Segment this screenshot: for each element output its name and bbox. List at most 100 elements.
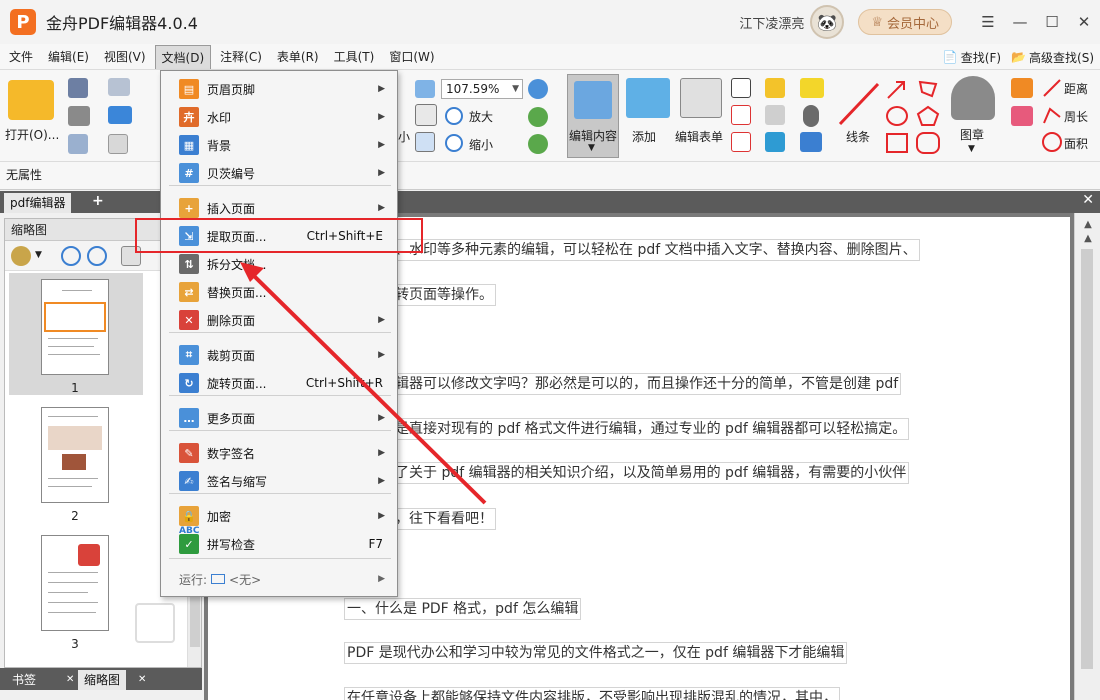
scroll-page-up-icon[interactable]: ▲ [1075,233,1100,244]
thumb-zoom-out-icon[interactable] [87,246,107,266]
edit-content-button[interactable]: 编辑内容 ▼ [567,74,619,158]
maximize-icon[interactable]: ☐ [1036,13,1068,31]
zoom-out-icon[interactable] [445,134,463,152]
text-callout-icon[interactable] [731,105,751,125]
fit-page-icon[interactable] [415,80,435,98]
menu-item-delete-page[interactable]: ✕ 删除页面 ▶ [161,306,397,334]
menu-document[interactable]: 文档(D) [154,44,212,69]
note-icon[interactable] [800,78,824,98]
menu-item-header-footer[interactable]: ▤ 页眉页脚 ▶ [161,75,397,103]
menu-item-signature-initials[interactable]: ✍ 签名与缩写 ▶ [161,467,397,495]
tab-bookmark[interactable]: 书签 [6,670,42,690]
sound-icon[interactable] [800,132,822,152]
cloud-icon[interactable] [916,132,940,154]
tab-pdf-editor[interactable]: pdf编辑器 [4,193,72,213]
polygon-line-icon[interactable] [916,78,940,100]
menu-item-rotate-page[interactable]: ↻ 旋转页面... Ctrl+Shift+R [161,369,397,397]
page-thumbnail-1[interactable] [41,279,109,375]
add-tab-icon[interactable]: + [92,193,104,209]
menu-comment[interactable]: 注释(C) [214,45,268,69]
new-doc-icon[interactable] [108,134,128,154]
avatar[interactable]: 🐼 [810,5,845,39]
perimeter-icon[interactable] [1042,105,1062,125]
line-tool-icon[interactable] [836,80,882,128]
arrow-tool-icon[interactable] [886,78,908,100]
save-icon[interactable] [68,78,88,98]
user-name[interactable]: 江下凌漂亮 [739,13,804,32]
close-window-icon[interactable]: ✕ [1068,13,1100,31]
distance-icon[interactable] [1042,78,1062,98]
vip-center-button[interactable]: ♕ 会员中心 [858,9,952,35]
menu-item-spell-check[interactable]: ✓ 拼写检查 F7 ABC [161,526,397,558]
rotate-icon[interactable] [528,107,548,127]
properties-icon[interactable] [68,134,88,154]
strikethrough-icon[interactable] [765,105,785,125]
menu-item-digital-signature[interactable]: ✎ 数字签名 ▶ [161,439,397,467]
chevron-down-icon[interactable]: ▼ [35,250,42,260]
oval-icon[interactable] [886,106,908,126]
pentagon-icon[interactable] [916,105,940,127]
gear-icon[interactable] [11,246,31,266]
menu-item-replace-page[interactable]: ⇄ 替换页面... [161,278,397,306]
menu-item-split-document[interactable]: ⇅ 拆分文档... [161,250,397,278]
text-line-1[interactable]: 务、水印等多种元素的编辑，可以轻松在 pdf 文档中插入文字、替换内容、删除图片… [378,239,920,261]
text-line-3[interactable]: 编辑器可以修改文字吗？那必然是可以的，而且操作还十分的简单，不管是创建 pdf [378,373,902,395]
menu-item-more-pages[interactable]: … 更多页面 ▶ [161,404,397,432]
select-tool-icon[interactable] [415,104,437,126]
text-field-icon[interactable] [731,132,751,152]
edit-form-icon[interactable] [680,78,722,118]
menu-window[interactable]: 窗口(W) [383,45,440,69]
menu-file[interactable]: 文件 [3,45,39,69]
line-label[interactable]: 线条 [846,128,870,145]
add-image-icon[interactable] [626,78,670,118]
close-tab-icon[interactable]: ✕ [1082,192,1094,208]
pencil-icon[interactable] [1011,78,1033,98]
text-line-5[interactable]: 理了关于 pdf 编辑器的相关知识介绍，以及简单易用的 pdf 编辑器，有需要的… [378,462,910,484]
text-line-4[interactable]: 还是直接对现有的 pdf 格式文件进行编辑，通过专业的 pdf 编辑器都可以轻松… [378,418,910,440]
text-box-icon[interactable] [731,78,751,98]
attachment-icon[interactable] [803,105,819,127]
underline-icon[interactable] [765,132,785,152]
menu-view[interactable]: 视图(V) [98,45,152,69]
scan-icon[interactable] [108,106,132,124]
stamp-icon[interactable] [951,76,995,120]
zoom-in-label[interactable]: 放大 [469,108,493,125]
menu-icon[interactable]: ☰ [972,13,1004,31]
menu-item-crop-page[interactable]: ⌗ 裁剪页面 ▶ [161,341,397,369]
zoom-dropdown-icon[interactable] [528,79,548,99]
rectangle-icon[interactable] [886,133,908,153]
menu-form[interactable]: 表单(R) [271,45,325,69]
page-thumbnail-2[interactable] [41,407,109,503]
stamp-label[interactable]: 图章 [960,126,984,143]
perimeter-label[interactable]: 周长 [1064,108,1088,125]
rotate-back-icon[interactable] [528,134,548,154]
area-icon[interactable] [1042,132,1062,152]
open-folder-icon[interactable] [8,80,54,120]
menu-item-watermark[interactable]: 卉水印 ▶ [161,103,397,131]
menu-item-background[interactable]: ▦ 背景 ▶ [161,131,397,159]
minimize-icon[interactable]: — [1004,13,1036,31]
page-thumbnail-3[interactable] [41,535,109,631]
menu-item-bates-number[interactable]: # 贝茨编号 ▶ [161,159,397,187]
document-scroll-thumb[interactable] [1081,249,1093,669]
tab-thumbnail[interactable]: 缩略图 [78,670,127,690]
edit-form-label[interactable]: 编辑表单 [675,128,723,145]
add-label[interactable]: 添加 [632,128,656,145]
text-line-7[interactable]: PDF 是现代办公和学习中较为常见的文件格式之一，仅在 pdf 编辑器下才能编辑 [344,642,848,664]
email-icon[interactable] [108,78,130,96]
hand-tool-icon[interactable] [415,132,435,152]
advanced-find-button[interactable]: 📂 高级查找(S) [1011,49,1094,66]
find-button[interactable]: 📄 查找(F) [943,49,1001,66]
close-thumbnail-icon[interactable]: ✕ [132,670,152,690]
scroll-up-icon[interactable]: ▲ [1075,219,1100,230]
text-line-8[interactable]: 在任意设备上都能够保持文件内容排版，不受影响出现排版混乱的情况，其中， [344,687,840,700]
eraser-icon[interactable] [1011,106,1033,126]
thumb-zoom-in-icon[interactable] [61,246,81,266]
distance-label[interactable]: 距离 [1064,80,1088,97]
typewriter-icon[interactable] [765,78,785,98]
print-icon[interactable] [68,106,90,126]
open-label[interactable]: 打开(O)... [5,126,59,143]
menu-edit[interactable]: 编辑(E) [42,45,95,69]
zoom-out-label[interactable]: 缩小 [469,136,493,153]
zoom-in-icon[interactable] [445,107,463,125]
